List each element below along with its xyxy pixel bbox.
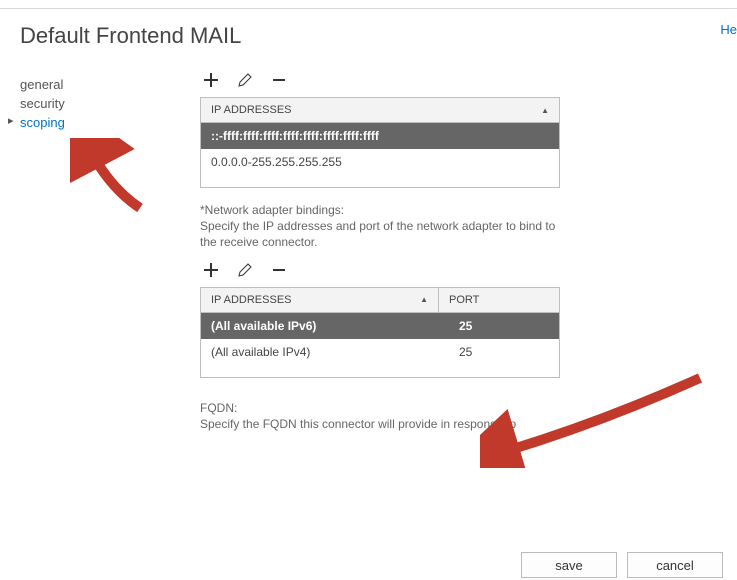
main-content: IP ADDRESSES ▲ ::-ffff:ffff:ffff:ffff:ff… [200,71,737,442]
remove-icon[interactable] [270,71,288,89]
remote-ip-toolbar [200,71,567,89]
remote-ip-row[interactable]: ::-ffff:ffff:ffff:ffff:ffff:ffff:ffff:ff… [201,123,559,149]
footer-buttons: save cancel [521,552,723,578]
help-link[interactable]: He [720,22,737,37]
bindings-row-ip: (All available IPv6) [211,319,449,333]
bindings-note-body: Specify the IP addresses and port of the… [200,219,555,249]
add-icon[interactable] [202,261,220,279]
sort-asc-icon[interactable]: ▲ [420,295,428,304]
edit-icon[interactable] [236,71,254,89]
sidebar-item-general[interactable]: general [20,75,200,94]
bindings-header-port[interactable]: PORT [449,294,479,306]
bindings-row-ip: (All available IPv4) [211,345,449,359]
fqdn-label: FQDN: [200,401,237,415]
save-button[interactable]: save [521,552,617,578]
cancel-button[interactable]: cancel [627,552,723,578]
sidebar-item-scoping[interactable]: scoping [20,113,200,132]
bindings-header-ip[interactable]: IP ADDRESSES [211,294,292,306]
add-icon[interactable] [202,71,220,89]
fqdn-help: Specify the FQDN this connector will pro… [200,417,516,431]
fqdn-note: FQDN: Specify the FQDN this connector wi… [200,400,560,432]
bindings-note: *Network adapter bindings: Specify the I… [200,202,560,251]
remote-ip-row[interactable]: 0.0.0.0-255.255.255.255 [201,149,559,175]
bindings-toolbar [200,261,567,279]
bindings-row[interactable]: (All available IPv4) 25 [201,339,559,365]
top-rule [0,8,737,9]
remove-icon[interactable] [270,261,288,279]
edit-icon[interactable] [236,261,254,279]
bindings-row-port: 25 [449,319,549,333]
remote-ip-header[interactable]: IP ADDRESSES [211,104,292,116]
sidebar-item-security[interactable]: security [20,94,200,113]
bindings-list: IP ADDRESSES ▲ PORT (All available IPv6)… [200,287,560,378]
bindings-row-port: 25 [449,345,549,359]
page-title: Default Frontend MAIL [20,23,737,49]
sort-asc-icon[interactable]: ▲ [541,106,549,115]
bindings-row[interactable]: (All available IPv6) 25 [201,313,559,339]
remote-ip-list: IP ADDRESSES ▲ ::-ffff:ffff:ffff:ffff:ff… [200,97,560,188]
bindings-note-title: *Network adapter bindings: [200,203,344,217]
sidebar: general security scoping [20,71,200,132]
